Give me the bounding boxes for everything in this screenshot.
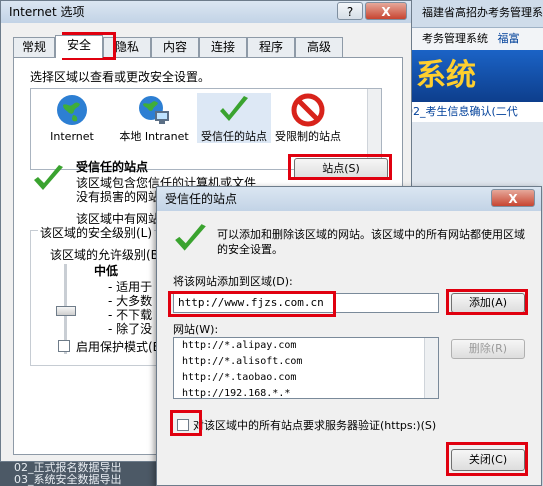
background-banner: 系统 [400,50,543,102]
intranet-icon [137,93,171,127]
zone-list-scrollbar[interactable] [367,89,381,169]
add-site-label: 将该网站添加到区域(D): [173,275,293,288]
trusted-sites-title-bar: 受信任的站点 X [157,187,541,211]
protected-mode-checkbox[interactable] [58,340,70,352]
zone-internet[interactable]: Internet [35,93,109,143]
tab-privacy[interactable]: 隐私 [103,37,151,57]
background-nav-text: 考务管理系统 [422,32,488,45]
trusted-sites-title: 受信任的站点 [165,192,238,206]
tab-programs[interactable]: 程序 [247,37,295,57]
dialog-title-bar: Internet 选项 ? X [1,1,411,23]
help-button[interactable]: ? [337,2,363,20]
trusted-sites-dialog: 受信任的站点 X 可以添加和删除该区域的网站。该区域中的所有网站都使用区域的安全… [156,186,542,486]
tab-connections[interactable]: 连接 [199,37,247,57]
zone-label: 本地 Intranet [119,130,189,143]
list-item[interactable]: http://192.168.*.* [174,386,438,398]
background-nav-link[interactable]: 福富 [492,32,520,45]
tab-content[interactable]: 内容 [151,37,199,57]
checkmark-icon [173,223,209,258]
sites-button[interactable]: 站点(S) [294,158,388,180]
add-site-input[interactable]: http://www.fjzs.com.cn [173,293,439,313]
tab-advanced[interactable]: 高级 [295,37,343,57]
require-https-label: 对该区域中的所有站点要求服务器验证(https:)(S) [193,419,437,432]
trusted-sites-close-button[interactable]: X [491,189,535,207]
background-status-area: 02_正式报名数据导出 03_系统安全数据导出 [0,462,160,486]
list-item[interactable]: http://*.alipay.com [174,338,438,354]
zone-local-intranet[interactable]: 本地 Intranet [117,93,191,143]
dialog-title: Internet 选项 [9,5,85,19]
remove-site-button[interactable]: 删除(R) [451,339,525,359]
tab-security[interactable]: 安全 [55,35,103,58]
selected-zone-title: 受信任的站点 [76,160,149,174]
checkmark-icon [32,164,66,197]
close-button[interactable]: X [365,2,407,20]
zone-restricted-sites[interactable]: 受限制的站点 [271,93,345,143]
background-row[interactable]: 02_考生信息确认(二代 [400,102,543,122]
list-item[interactable]: http://*.alisoft.com [174,354,438,370]
websites-list-scrollbar[interactable] [424,338,438,398]
forbidden-icon [291,93,325,127]
zone-label: Internet [50,130,94,143]
zone-prompt: 选择区域以查看或更改安全设置。 [30,70,211,84]
list-item[interactable]: http://*.taobao.com [174,370,438,386]
tab-general[interactable]: 常规 [13,37,55,57]
security-level-name: 中低 [94,264,119,278]
background-app-header: 福建省高招办考务管理系 [400,0,543,28]
checkmark-icon [217,93,251,127]
require-https-checkbox[interactable] [177,419,189,431]
add-site-button[interactable]: 添加(A) [451,293,525,313]
close-dialog-button[interactable]: 关闭(C) [451,449,525,471]
slider-thumb[interactable] [56,306,76,316]
level-description-line: - 除了没 [108,322,153,336]
protected-mode-label: 启用保护模式(B [76,340,161,354]
zone-label: 受信任的站点 [201,130,267,143]
zone-trusted-sites[interactable]: 受信任的站点 [197,93,271,143]
security-level-label: 该区域的安全级别(L) [38,224,155,241]
background-status-line: 03_系统安全数据导出 [14,473,122,486]
globe-icon [55,93,89,127]
websites-label: 网站(W): [173,323,219,336]
background-app-nav: 考务管理系统 福富 [400,28,543,50]
trusted-sites-info: 可以添加和删除该区域的网站。该区域中的所有网站都使用区域的安全设置。 [217,228,525,256]
allowed-levels-label: 该区域的允许级别(B): [50,248,168,262]
zone-label: 受限制的站点 [275,130,341,143]
websites-list[interactable]: http://*.alipay.com http://*.alisoft.com… [173,337,439,399]
